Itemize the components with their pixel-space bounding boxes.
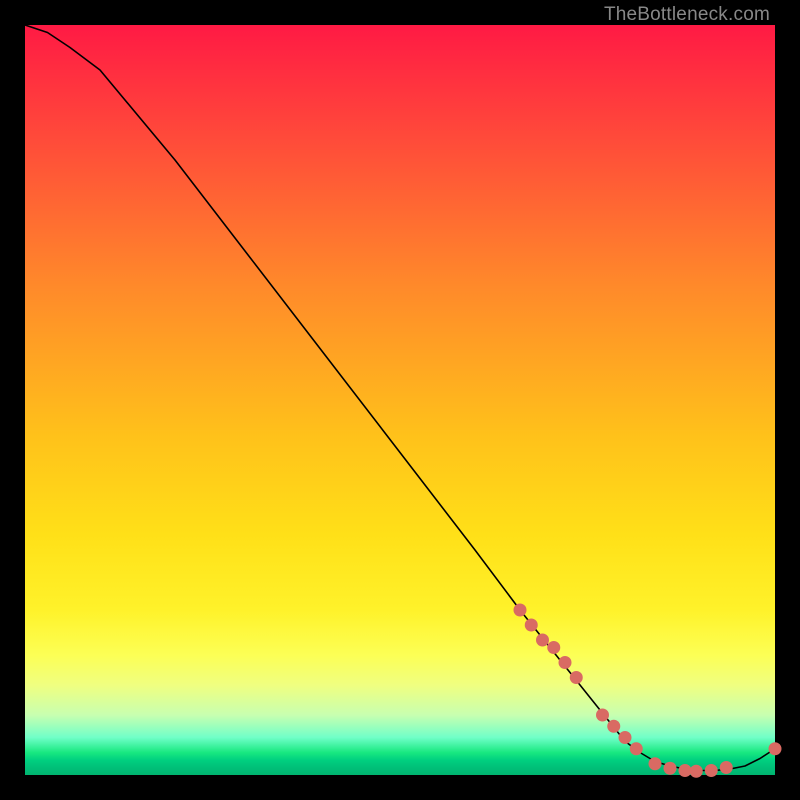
watermark-text: TheBottleneck.com — [604, 4, 770, 26]
data-curve — [25, 25, 775, 771]
data-marker — [547, 641, 560, 654]
data-marker — [630, 742, 643, 755]
data-marker — [607, 720, 620, 733]
data-marker — [664, 762, 677, 775]
data-marker — [679, 764, 692, 777]
data-marker — [536, 634, 549, 647]
data-marker — [514, 604, 527, 617]
marker-group — [514, 604, 782, 778]
data-marker — [705, 764, 718, 777]
data-marker — [619, 731, 632, 744]
data-marker — [769, 742, 782, 755]
data-marker — [596, 709, 609, 722]
data-marker — [559, 656, 572, 669]
data-marker — [720, 761, 733, 774]
data-marker — [525, 619, 538, 632]
data-marker — [690, 765, 703, 778]
data-marker — [649, 757, 662, 770]
chart-svg — [0, 0, 800, 800]
data-marker — [570, 671, 583, 684]
chart-container: TheBottleneck.com — [0, 0, 800, 800]
